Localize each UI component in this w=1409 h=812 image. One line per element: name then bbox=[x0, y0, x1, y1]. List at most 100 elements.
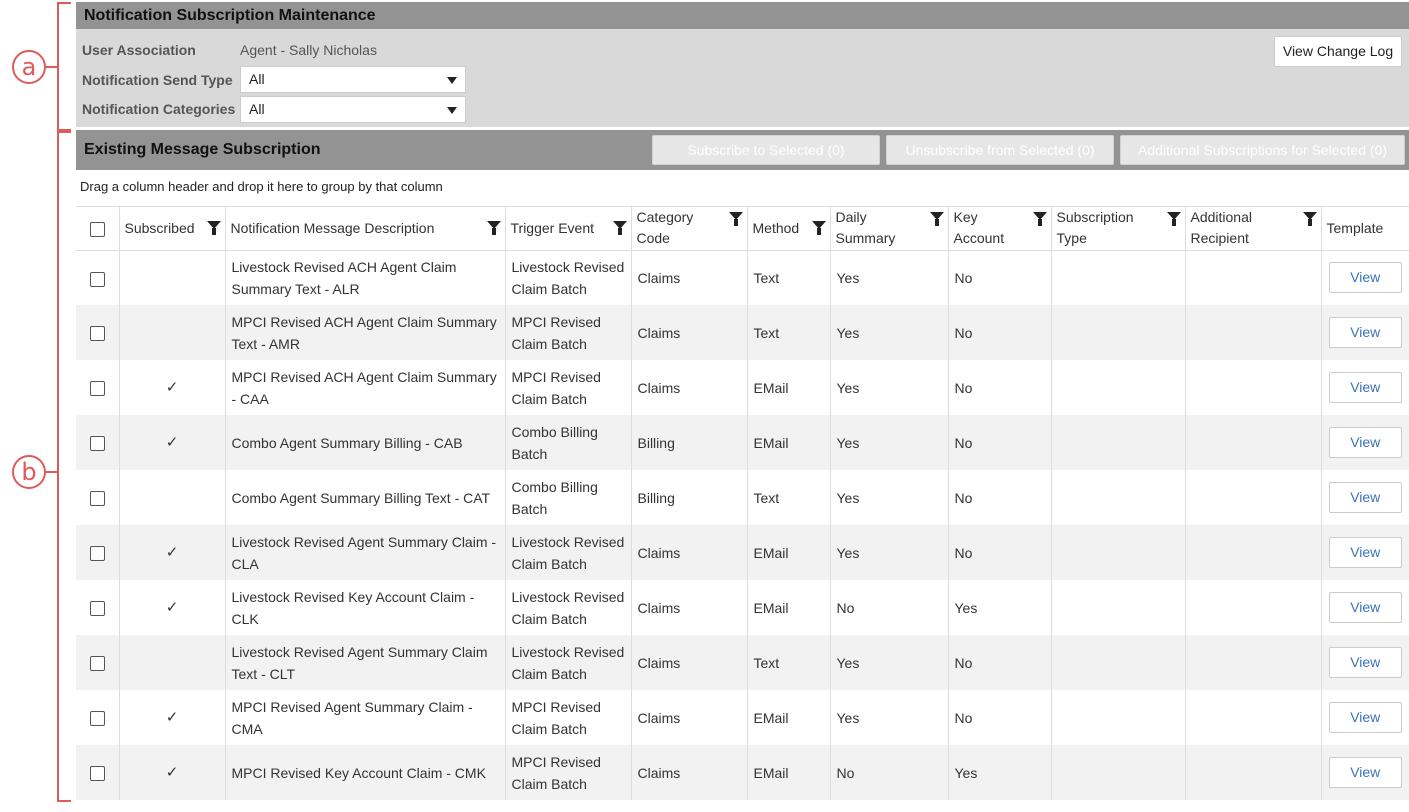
send-type-select[interactable]: All bbox=[240, 66, 466, 93]
group-drop-area[interactable]: Drag a column header and drop it here to… bbox=[76, 170, 1409, 207]
view-template-button[interactable]: View bbox=[1328, 537, 1402, 568]
column-header-daily[interactable]: Daily Summary bbox=[829, 207, 948, 251]
table-row[interactable]: MPCI Revised ACH Agent Claim Summary Tex… bbox=[76, 305, 1409, 360]
row-checkbox[interactable] bbox=[89, 711, 105, 727]
column-header-key[interactable]: Key Account bbox=[947, 207, 1051, 251]
method-cell: Text bbox=[746, 305, 830, 360]
view-template-button[interactable]: View bbox=[1328, 757, 1402, 788]
callout-a: a bbox=[12, 50, 46, 84]
row-checkbox[interactable] bbox=[89, 381, 105, 397]
addl-cell bbox=[1184, 415, 1321, 470]
column-header-description[interactable]: Notification Message Description bbox=[224, 207, 505, 251]
column-header-addl[interactable]: Additional Recipient bbox=[1184, 207, 1321, 251]
addl-cell bbox=[1184, 525, 1321, 580]
template-cell: View bbox=[1320, 360, 1409, 415]
row-checkbox[interactable] bbox=[89, 601, 105, 617]
column-label: Subscription Type bbox=[1056, 209, 1134, 247]
daily-cell: Yes bbox=[829, 415, 948, 470]
subscription-title-bar: Existing Message Subscription Subscribe … bbox=[76, 130, 1409, 170]
unsubscribe-selected-button[interactable]: Unsubscribe from Selected (0) bbox=[886, 135, 1114, 165]
filter-icon[interactable] bbox=[811, 221, 826, 235]
trigger-cell: Combo Billing Batch bbox=[504, 415, 631, 470]
description-cell: MPCI Revised Key Account Claim - CMK bbox=[224, 745, 505, 800]
view-template-button[interactable]: View bbox=[1328, 427, 1402, 458]
row-checkbox[interactable] bbox=[89, 491, 105, 507]
table-row[interactable]: ✓ MPCI Revised Agent Summary Claim - CMA… bbox=[76, 690, 1409, 745]
row-checkbox[interactable] bbox=[89, 766, 105, 782]
filter-icon[interactable] bbox=[486, 221, 501, 235]
column-header-template[interactable]: Template bbox=[1320, 207, 1409, 251]
method-cell: EMail bbox=[746, 360, 830, 415]
filter-icon[interactable] bbox=[612, 221, 627, 235]
daily-cell: No bbox=[829, 745, 948, 800]
view-template-button[interactable]: View bbox=[1328, 317, 1402, 348]
row-checkbox[interactable] bbox=[89, 436, 105, 452]
key-cell: No bbox=[947, 690, 1051, 745]
addl-cell bbox=[1184, 580, 1321, 635]
table-row[interactable]: Livestock Revised Agent Summary Claim Te… bbox=[76, 635, 1409, 690]
key-cell: Yes bbox=[947, 745, 1051, 800]
row-checkbox[interactable] bbox=[89, 271, 105, 287]
filter-icon[interactable] bbox=[1166, 212, 1181, 226]
table-row[interactable]: ✓ Livestock Revised Agent Summary Claim … bbox=[76, 525, 1409, 580]
categories-select[interactable]: All bbox=[240, 96, 466, 123]
select-all-checkbox[interactable] bbox=[89, 221, 105, 237]
table-row[interactable]: ✓ MPCI Revised Key Account Claim - CMK M… bbox=[76, 745, 1409, 800]
column-header-subtype[interactable]: Subscription Type bbox=[1050, 207, 1185, 251]
method-cell: EMail bbox=[746, 690, 830, 745]
description-cell: MPCI Revised ACH Agent Claim Summary - C… bbox=[224, 360, 505, 415]
filter-icon[interactable] bbox=[929, 212, 944, 226]
daily-cell: Yes bbox=[829, 525, 948, 580]
view-template-button[interactable]: View bbox=[1328, 372, 1402, 403]
row-checkbox[interactable] bbox=[89, 656, 105, 672]
daily-cell: Yes bbox=[829, 690, 948, 745]
view-template-button[interactable]: View bbox=[1328, 702, 1402, 733]
chevron-down-icon bbox=[447, 77, 457, 84]
column-header-subscribed[interactable]: Subscribed bbox=[118, 207, 225, 251]
subtype-cell bbox=[1050, 635, 1185, 690]
view-template-button[interactable]: View bbox=[1328, 647, 1402, 678]
row-checkbox[interactable] bbox=[89, 546, 105, 562]
column-label: Template bbox=[1326, 219, 1384, 236]
send-type-label: Notification Send Type bbox=[82, 72, 233, 88]
column-header-category[interactable]: Category Code bbox=[630, 207, 747, 251]
key-cell: No bbox=[947, 635, 1051, 690]
subtype-cell bbox=[1050, 470, 1185, 525]
row-checkbox[interactable] bbox=[89, 326, 105, 342]
table-row[interactable]: Combo Agent Summary Billing Text - CAT C… bbox=[76, 470, 1409, 525]
column-header-method[interactable]: Method bbox=[746, 207, 830, 251]
filter-icon[interactable] bbox=[206, 221, 221, 235]
trigger-cell: Livestock Revised Claim Batch bbox=[504, 250, 631, 305]
row-select-cell bbox=[76, 360, 119, 415]
addl-cell bbox=[1184, 360, 1321, 415]
view-template-button[interactable]: View bbox=[1328, 592, 1402, 623]
row-select-cell bbox=[76, 635, 119, 690]
trigger-cell: Livestock Revised Claim Batch bbox=[504, 580, 631, 635]
table-row[interactable]: ✓ Livestock Revised Key Account Claim - … bbox=[76, 580, 1409, 635]
categories-value: All bbox=[249, 101, 265, 117]
subscribed-check-icon: ✓ bbox=[118, 415, 225, 470]
subtype-cell bbox=[1050, 415, 1185, 470]
category-cell: Claims bbox=[630, 690, 747, 745]
subscribe-selected-button[interactable]: Subscribe to Selected (0) bbox=[652, 135, 880, 165]
table-row[interactable]: ✓ MPCI Revised ACH Agent Claim Summary -… bbox=[76, 360, 1409, 415]
daily-cell: Yes bbox=[829, 635, 948, 690]
column-header-trigger[interactable]: Trigger Event bbox=[504, 207, 631, 251]
filter-icon[interactable] bbox=[1302, 212, 1317, 226]
subscribed-check-icon bbox=[118, 250, 225, 305]
view-template-button[interactable]: View bbox=[1328, 482, 1402, 513]
subscribed-check-icon bbox=[118, 635, 225, 690]
view-template-button[interactable]: View bbox=[1328, 262, 1402, 294]
column-label: Daily Summary bbox=[835, 209, 896, 247]
subtype-cell bbox=[1050, 580, 1185, 635]
additional-subscriptions-button[interactable]: Additional Subscriptions for Selected (0… bbox=[1120, 135, 1405, 165]
method-cell: EMail bbox=[746, 415, 830, 470]
filter-icon[interactable] bbox=[728, 212, 743, 226]
view-change-log-button[interactable]: View Change Log bbox=[1274, 36, 1402, 67]
table-row[interactable]: Livestock Revised ACH Agent Claim Summar… bbox=[76, 250, 1409, 305]
addl-cell bbox=[1184, 690, 1321, 745]
table-row[interactable]: ✓ Combo Agent Summary Billing - CAB Comb… bbox=[76, 415, 1409, 470]
key-cell: No bbox=[947, 360, 1051, 415]
description-cell: MPCI Revised Agent Summary Claim - CMA bbox=[224, 690, 505, 745]
filter-icon[interactable] bbox=[1032, 212, 1047, 226]
